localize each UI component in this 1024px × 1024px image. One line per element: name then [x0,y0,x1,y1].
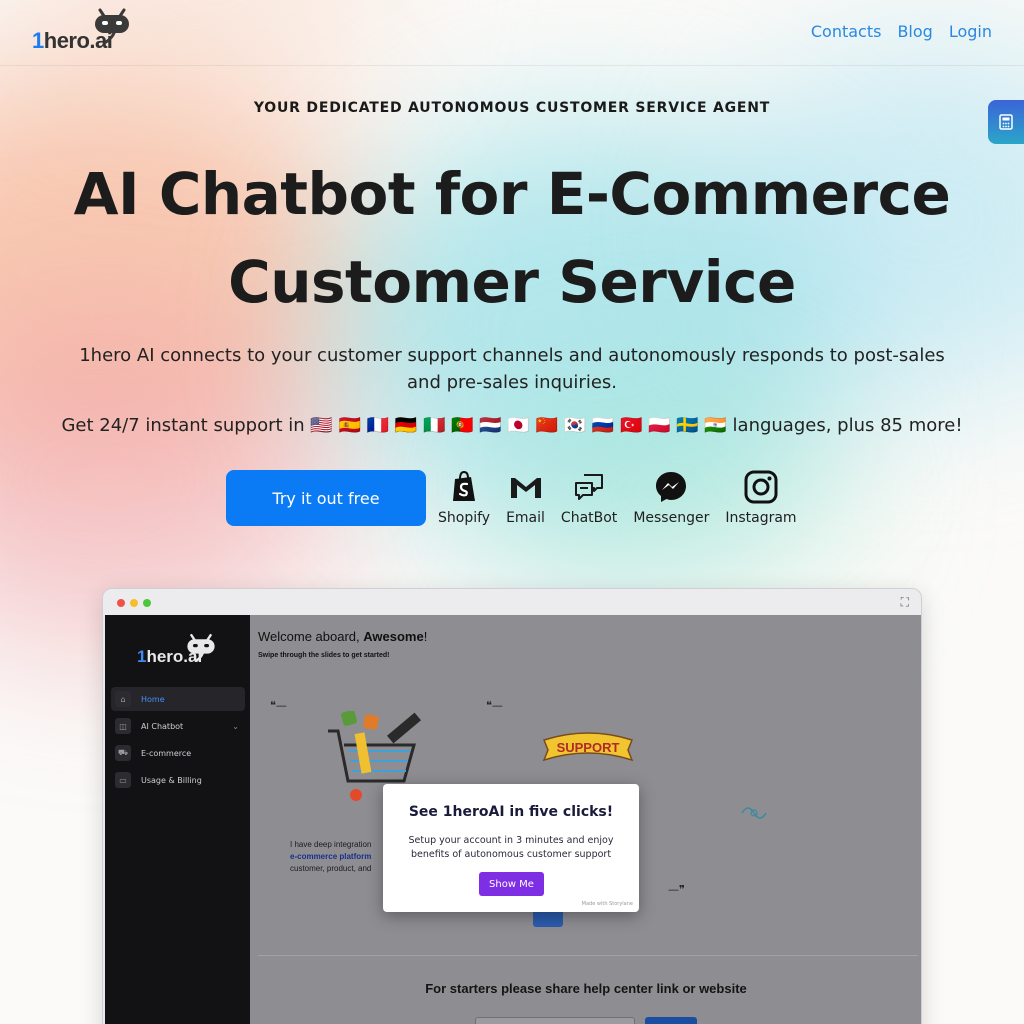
language-flag-icon: 🇺🇸 [310,415,339,436]
home-icon: ⌂ [115,691,131,707]
zoom-dot-icon[interactable] [143,599,151,607]
submit-url-button[interactable] [645,1017,697,1024]
channel-messenger[interactable]: Messenger [633,470,709,526]
channel-instagram[interactable]: Instagram [725,470,797,526]
language-flag-icon: 🇫🇷 [366,415,395,436]
top-nav: Contacts Blog Login [811,22,992,41]
languages-line: Get 24/7 instant support in 🇺🇸 🇪🇸 🇫🇷 🇩🇪 … [40,412,984,439]
nav-login-link[interactable]: Login [949,22,992,41]
modal-body: Setup your account in 3 minutes and enjo… [408,835,614,860]
window-titlebar: ⛶ [103,589,921,615]
quote-mark-icon: ❝— [270,699,287,712]
channel-list: Shopify Email ChatBot Messenger Instagra… [438,470,797,526]
close-dot-icon[interactable] [117,599,125,607]
support-banner-icon: SUPPORT [542,732,634,762]
nav-contacts-link[interactable]: Contacts [811,22,882,41]
hero-eyebrow: YOUR DEDICATED AUTONOMOUS CUSTOMER SERVI… [253,100,771,116]
language-flag-icon: 🇰🇷 [563,415,592,436]
svg-text:SUPPORT: SUPPORT [557,740,620,755]
channel-email[interactable]: Email [506,470,545,526]
robot-logo-icon [187,634,215,663]
language-flags: 🇺🇸 🇪🇸 🇫🇷 🇩🇪 🇮🇹 🇵🇹 🇳🇱 🇯🇵 🇨🇳 🇰🇷 🇷🇺 🇹🇷 🇵🇱 🇸… [310,415,732,436]
help-center-url-input[interactable] [475,1017,635,1024]
hero-subtitle: 1hero AI connects to your customer suppo… [79,345,945,393]
language-flag-icon: 🇸🇪 [676,415,705,436]
site-header: 1hero.ai Contacts Blog Login [0,0,1024,66]
try-free-button[interactable]: Try it out free [226,470,426,526]
quote-mark-end-icon: —❞ [668,883,685,896]
app-menu: ⌂ Home ◫ AI Chatbot ⌄ ⛟ E-commerce ▭ Usa… [111,687,245,795]
minimize-dot-icon[interactable] [130,599,138,607]
cart-icon: ⛟ [115,745,131,761]
modal-title: See 1heroAI in five clicks! [408,804,614,820]
language-flag-icon: 🇩🇪 [394,415,423,436]
languages-prefix: Get 24/7 instant support in [61,415,305,436]
bot-icon: ◫ [115,718,131,734]
quote-mark-icon: ❝— [486,699,503,712]
nav-blog-link[interactable]: Blog [897,22,932,41]
chat-bubbles-icon [575,474,604,500]
language-flag-icon: 🇪🇸 [338,415,367,436]
channel-shopify[interactable]: Shopify [438,470,490,526]
language-flag-icon: 🇮🇳 [704,415,733,436]
messenger-icon [656,472,687,502]
languages-suffix: languages, plus 85 more! [732,415,963,436]
gmail-icon [510,478,541,498]
language-flag-icon: 🇯🇵 [507,415,536,436]
app-sidebar: 1hero.ai ⌂ Home ◫ AI Chatbot ⌄ ⛟ E-comme… [105,615,250,1024]
shopify-icon [453,470,476,501]
brand-logo[interactable]: 1hero.ai [32,8,142,56]
chevron-down-icon: ⌄ [232,721,239,731]
starters-heading: For starters please share help center li… [425,981,747,996]
channel-chatbot[interactable]: ChatBot [561,470,617,526]
calculator-icon [999,114,1013,130]
robot-logo-icon [95,8,129,44]
language-flag-icon: 🇹🇷 [619,415,649,436]
wallet-icon: ▭ [115,772,131,788]
language-flag-icon: 🇵🇱 [648,415,677,436]
headline-line-1: AI Chatbot for E-Commerce [73,160,951,228]
expand-icon[interactable]: ⛶ [901,595,909,610]
menu-item-ai-chatbot[interactable]: ◫ AI Chatbot ⌄ [111,714,245,738]
language-flag-icon: 🇵🇹 [451,415,480,436]
storylane-credit[interactable]: Made with Storylane [582,901,633,907]
language-flag-icon: 🇳🇱 [479,415,508,436]
section-divider [258,955,918,956]
language-flag-icon: 🇮🇹 [422,415,452,436]
storylane-intro-modal: See 1heroAI in five clicks! Setup your a… [383,784,639,912]
menu-item-usage-billing[interactable]: ▭ Usage & Billing [111,768,245,792]
language-flag-icon: 🇨🇳 [535,415,564,436]
menu-item-home[interactable]: ⌂ Home [111,687,245,711]
headline-line-2: Customer Service [228,248,796,316]
hero-headline: AI Chatbot for E-Commerce Customer Servi… [40,150,984,326]
show-me-button[interactable]: Show Me [479,872,544,896]
welcome-heading: Welcome aboard, Awesome! [258,629,428,644]
calculator-side-tab[interactable] [988,100,1024,144]
app-logo: 1hero.ai [137,633,227,673]
slide-description: I have deep integration e-commerce platf… [290,840,372,873]
sparkle-decoration-icon [741,807,767,819]
swipe-hint: Swipe through the slides to get started! [258,652,390,659]
instagram-icon [744,470,778,504]
language-flag-icon: 🇷🇺 [591,415,620,436]
menu-item-ecommerce[interactable]: ⛟ E-commerce [111,741,245,765]
